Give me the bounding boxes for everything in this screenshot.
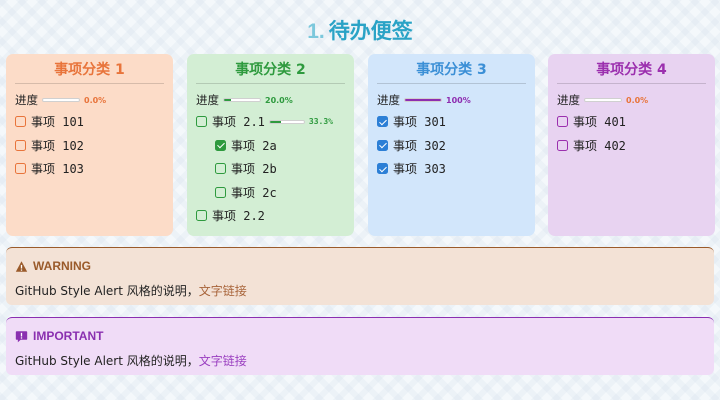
alert-title-text: WARNING xyxy=(33,259,91,273)
title-number: 1. xyxy=(307,20,325,43)
todo-item[interactable]: 事项 2a xyxy=(215,134,345,158)
progress-row: 进度 0.0% xyxy=(15,90,164,110)
checkbox-icon[interactable] xyxy=(15,139,26,151)
todo-card-2: 事项分类 2 进度 20.0% 事项 2.1 33.3% 事项 2a 事项 2b 事项 2c 事… xyxy=(187,54,354,236)
checkbox-icon[interactable] xyxy=(196,116,207,128)
todo-item-label: 事项 2.2 xyxy=(212,209,265,224)
progress-bar xyxy=(584,98,622,102)
todo-item[interactable]: 事项 301 xyxy=(377,110,526,134)
progress-label: 进度 xyxy=(557,93,580,107)
todo-item-label: 事项 302 xyxy=(393,138,446,153)
subtask-progress-bar xyxy=(268,119,305,124)
progress-percent: 0.0% xyxy=(626,95,649,105)
todo-item[interactable]: 事项 2c xyxy=(215,181,345,205)
progress-percent: 20.0% xyxy=(265,95,293,105)
todo-item[interactable]: 事项 2b xyxy=(215,157,345,181)
todo-item[interactable]: 事项 401 xyxy=(557,110,706,134)
alert-body: GitHub Style Alert 风格的说明，文字链接 xyxy=(15,352,705,369)
checked-checkbox-icon[interactable] xyxy=(377,163,388,175)
todo-item-label: 事项 2b xyxy=(231,162,277,177)
alert-text: GitHub Style Alert 风格的说明， xyxy=(15,284,199,298)
checkbox-icon[interactable] xyxy=(215,163,226,175)
progress-row: 进度 0.0% xyxy=(557,90,706,110)
todo-card-1: 事项分类 1 进度 0.0% 事项 101 事项 102 事项 103 xyxy=(6,54,173,236)
progress-percent: 0.0% xyxy=(84,95,107,105)
todo-item-label: 事项 402 xyxy=(573,138,626,153)
alert-important: IMPORTANT GitHub Style Alert 风格的说明，文字链接 xyxy=(6,317,714,375)
warning-icon xyxy=(15,260,28,272)
checkbox-icon[interactable] xyxy=(215,186,226,198)
todo-item[interactable]: 事项 303 xyxy=(377,157,526,181)
alert-link[interactable]: 文字链接 xyxy=(199,354,247,368)
checked-checkbox-icon[interactable] xyxy=(377,139,388,151)
todo-item[interactable]: 事项 102 xyxy=(15,134,164,158)
important-icon xyxy=(15,330,28,342)
card-title: 事项分类 1 xyxy=(15,54,164,84)
todo-item-label: 事项 103 xyxy=(31,162,84,177)
checkbox-icon[interactable] xyxy=(15,116,26,128)
checkbox-icon[interactable] xyxy=(15,163,26,175)
checkbox-icon[interactable] xyxy=(557,139,568,151)
page-title: 1. 待办便签 xyxy=(0,15,720,45)
alert-title: WARNING xyxy=(15,254,705,278)
progress-bar-fill xyxy=(224,99,232,101)
progress-label: 进度 xyxy=(15,93,38,107)
todo-item-label: 事项 2.1 xyxy=(212,115,265,130)
todo-item-label: 事项 301 xyxy=(393,115,446,130)
progress-label: 进度 xyxy=(196,93,219,107)
progress-bar-fill xyxy=(405,99,441,101)
todo-item-label: 事项 401 xyxy=(573,115,626,130)
alert-warning: WARNING GitHub Style Alert 风格的说明，文字链接 xyxy=(6,247,714,305)
progress-percent: 100% xyxy=(446,95,471,105)
todo-item[interactable]: 事项 302 xyxy=(377,134,526,158)
todo-item-label: 事项 2c xyxy=(231,185,277,200)
alert-body: GitHub Style Alert 风格的说明，文字链接 xyxy=(15,282,705,299)
alert-link[interactable]: 文字链接 xyxy=(199,284,247,298)
todo-item-label: 事项 303 xyxy=(393,162,446,177)
card-title: 事项分类 2 xyxy=(196,54,345,84)
checkbox-icon[interactable] xyxy=(557,116,568,128)
title-text: 待办便签 xyxy=(328,19,413,43)
alert-text: GitHub Style Alert 风格的说明， xyxy=(15,354,199,368)
card-title: 事项分类 4 xyxy=(557,54,706,84)
subtask-progress-fill xyxy=(269,120,282,123)
todo-item-label: 事项 102 xyxy=(31,138,84,153)
todo-item-label: 事项 2a xyxy=(231,138,277,153)
progress-bar xyxy=(42,98,80,102)
progress-row: 进度 100% xyxy=(377,90,526,110)
todo-card-3: 事项分类 3 进度 100% 事项 301 事项 302 事项 303 xyxy=(368,54,535,236)
alert-title: IMPORTANT xyxy=(15,324,705,348)
progress-row: 进度 20.0% xyxy=(196,90,345,110)
subtask-progress-percent: 33.3% xyxy=(308,117,333,127)
todo-item[interactable]: 事项 103 xyxy=(15,157,164,181)
todo-item[interactable]: 事项 402 xyxy=(557,134,706,158)
todo-card-4: 事项分类 4 进度 0.0% 事项 401 事项 402 xyxy=(548,54,715,236)
todo-item[interactable]: 事项 101 xyxy=(15,110,164,134)
checked-checkbox-icon[interactable] xyxy=(377,116,388,128)
card-title: 事项分类 3 xyxy=(377,54,526,84)
todo-item[interactable]: 事项 2.1 33.3% xyxy=(196,110,345,134)
todo-item[interactable]: 事项 2.2 xyxy=(196,204,345,228)
checked-checkbox-icon[interactable] xyxy=(215,139,226,151)
progress-bar xyxy=(223,98,261,102)
progress-bar xyxy=(404,98,442,102)
todo-item-label: 事项 101 xyxy=(31,115,84,130)
progress-label: 进度 xyxy=(377,93,400,107)
checkbox-icon[interactable] xyxy=(196,210,207,222)
alert-title-text: IMPORTANT xyxy=(33,329,104,343)
